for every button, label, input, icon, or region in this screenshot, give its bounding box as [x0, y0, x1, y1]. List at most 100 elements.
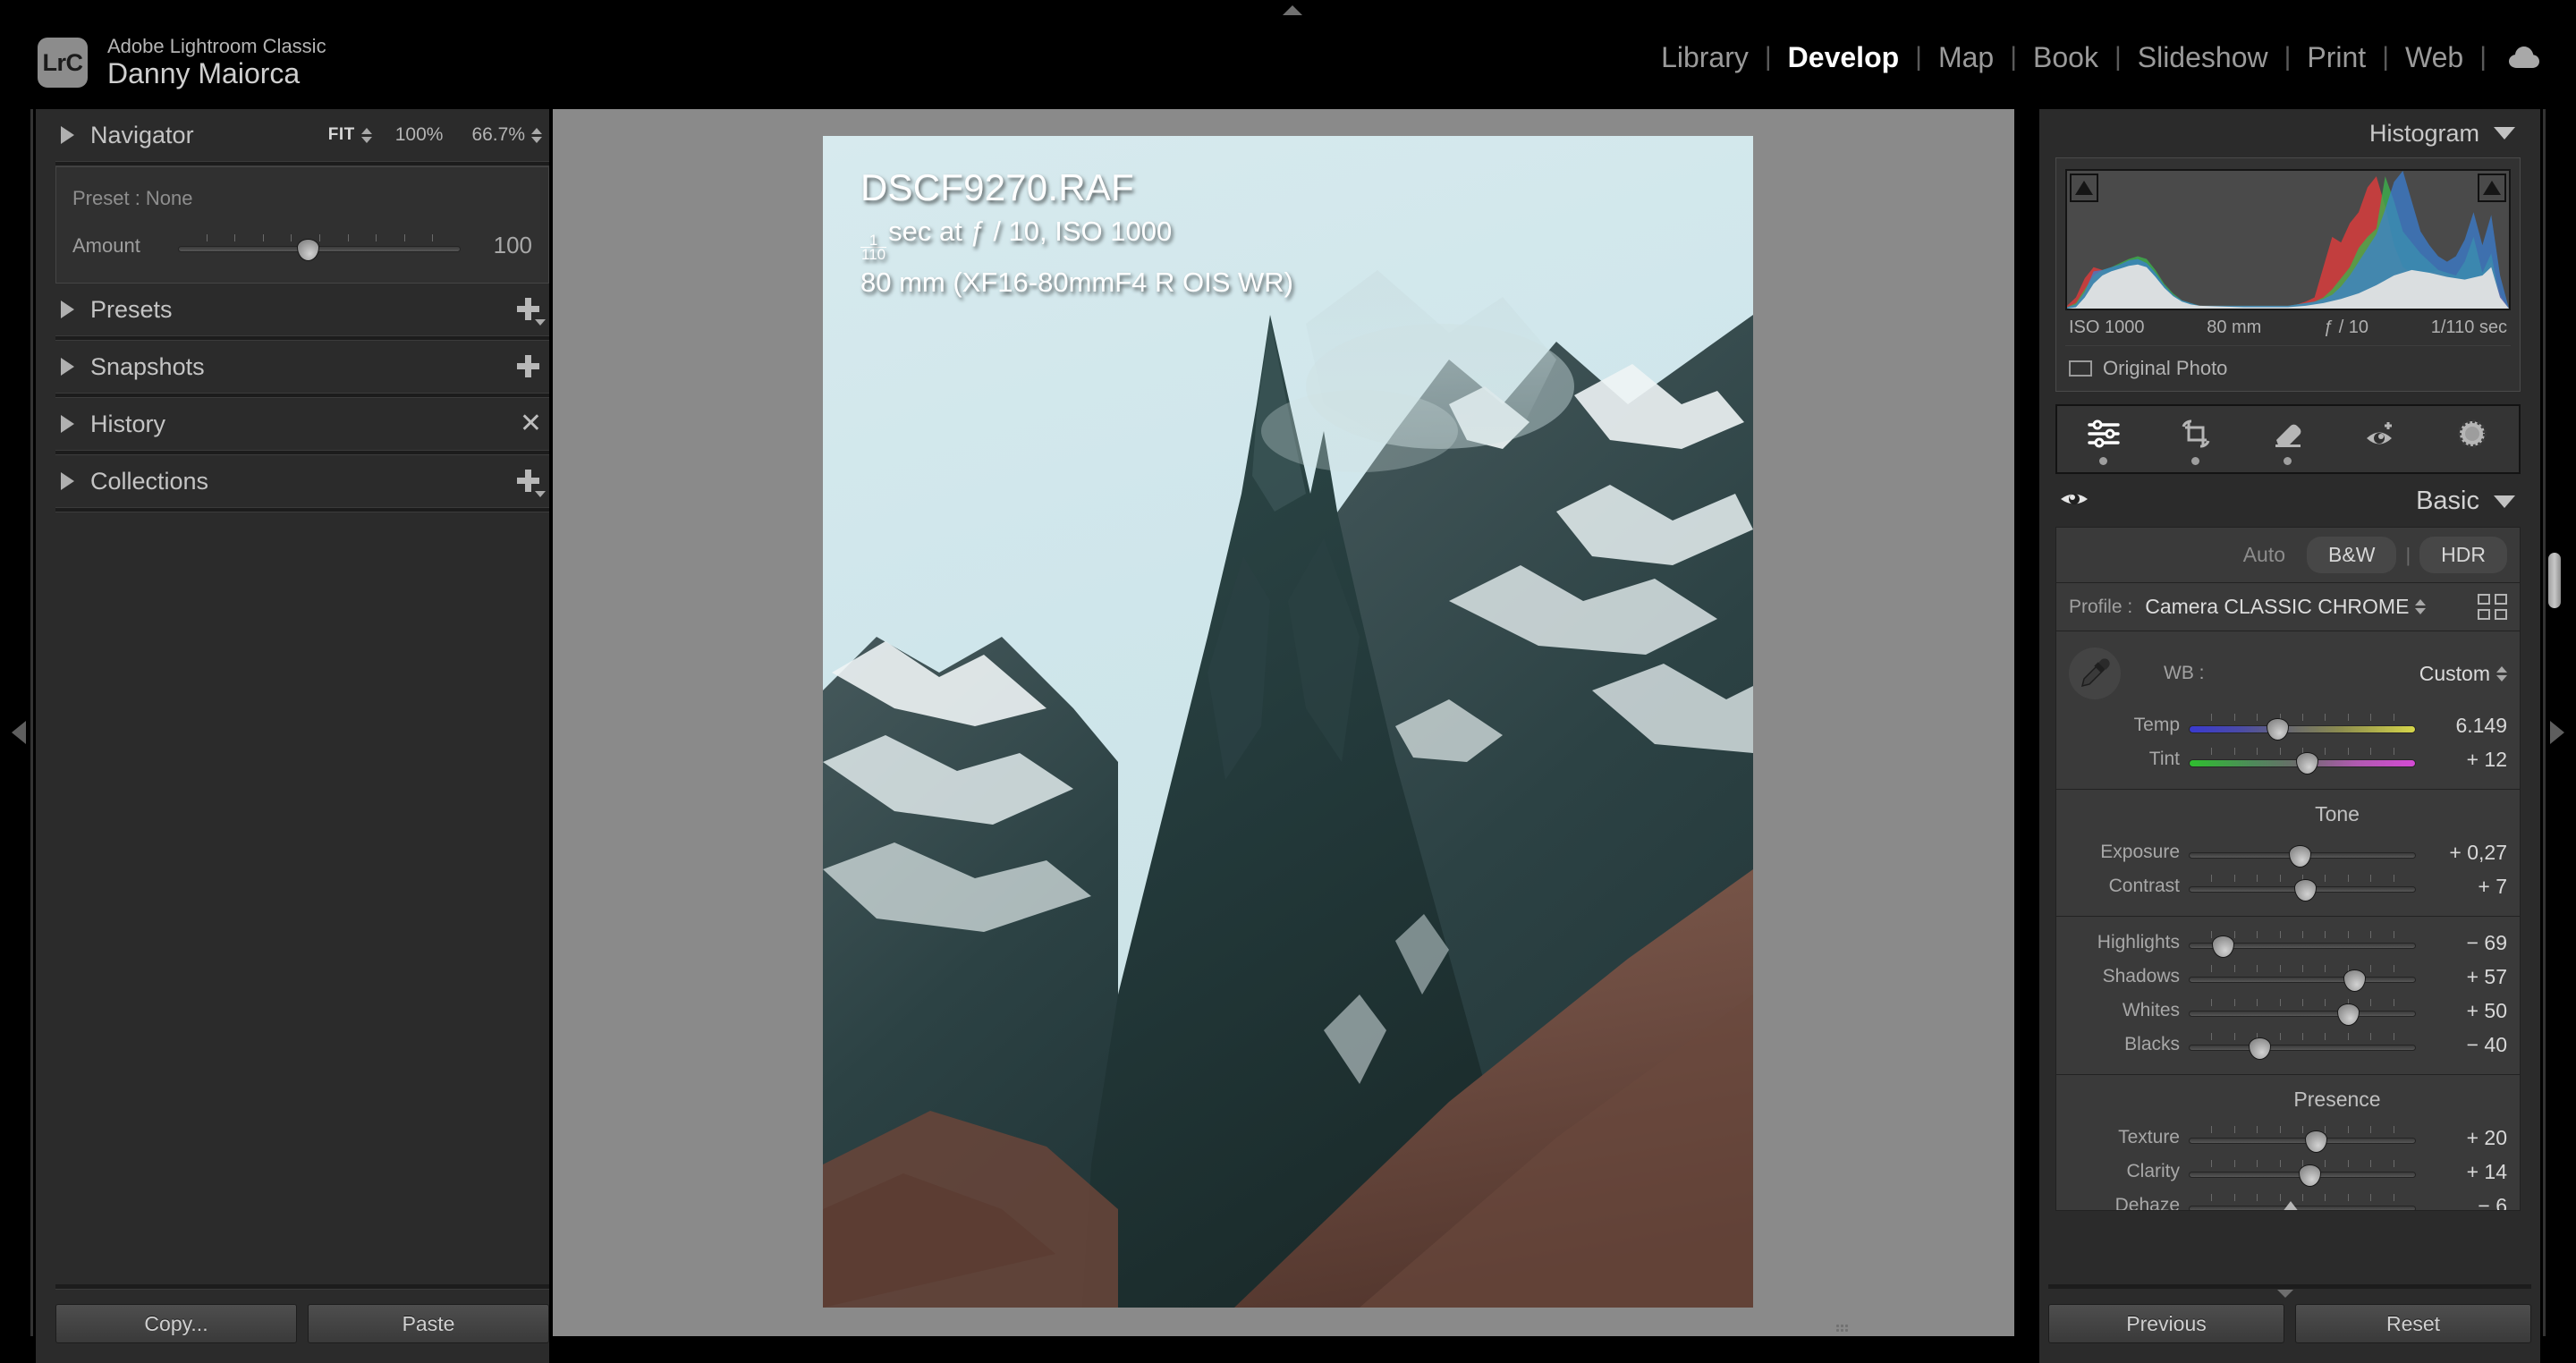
filmstrip-grip-handle[interactable]: [1835, 1324, 1850, 1333]
original-photo-checkbox-icon[interactable]: [2069, 360, 2092, 377]
shadows-slider[interactable]: [2189, 965, 2416, 992]
slider-handle[interactable]: [2279, 1201, 2303, 1210]
slider-handle[interactable]: [2212, 935, 2235, 958]
chevron-down-icon[interactable]: [2494, 495, 2515, 508]
auto-button[interactable]: Auto: [2222, 537, 2307, 573]
shadow-clipping-triangle-icon[interactable]: [2070, 174, 2098, 202]
whites-value[interactable]: + 50: [2425, 999, 2507, 1023]
top-panel-collapse-arrow[interactable]: [1283, 5, 1302, 15]
clarity-value[interactable]: + 14: [2425, 1160, 2507, 1184]
clear-history-x-icon[interactable]: ✕: [520, 411, 542, 437]
histogram-header[interactable]: Histogram: [2046, 109, 2529, 157]
chevron-down-icon[interactable]: [2494, 127, 2515, 140]
paste-button[interactable]: Paste: [308, 1304, 549, 1343]
dehaze-value[interactable]: − 6: [2425, 1194, 2507, 1211]
basic-panel-header[interactable]: Basic: [2046, 474, 2529, 527]
hdr-button[interactable]: HDR: [2419, 537, 2507, 573]
navigator-header[interactable]: Navigator FIT 100% 66.7%: [55, 109, 549, 161]
scrollbar-thumb[interactable]: [2548, 553, 2561, 608]
clarity-slider[interactable]: [2189, 1160, 2416, 1187]
disclosure-triangle-icon[interactable]: [61, 358, 74, 376]
histogram-title: Histogram: [2368, 119, 2479, 147]
add-snapshot-icon[interactable]: [515, 353, 542, 380]
copy-button[interactable]: Copy...: [55, 1304, 297, 1343]
dotted-circle-icon[interactable]: [2449, 413, 2496, 454]
slider-handle[interactable]: [2296, 752, 2319, 775]
slider-handle[interactable]: [2298, 1164, 2321, 1187]
slider-handle[interactable]: [2293, 879, 2317, 902]
slider-handle[interactable]: [2267, 718, 2290, 741]
texture-value[interactable]: + 20: [2425, 1126, 2507, 1150]
module-print[interactable]: Print: [2291, 43, 2382, 72]
right-panel-collapse-caret[interactable]: [2277, 1290, 2293, 1298]
temp-value[interactable]: 6.149: [2425, 714, 2507, 738]
exposure-value[interactable]: + 0,27: [2425, 841, 2507, 865]
original-photo-toggle[interactable]: Original Photo: [2065, 345, 2511, 384]
bw-button[interactable]: B&W: [2307, 537, 2397, 573]
image-canvas[interactable]: DSCF9270.RAF 1 110 sec at ƒ / 10, ISO 10…: [553, 109, 2014, 1336]
slider-handle[interactable]: [2305, 1130, 2328, 1153]
zoom-fit-stepper-icon[interactable]: [360, 127, 372, 143]
dehaze-slider[interactable]: [2189, 1194, 2416, 1210]
contrast-slider[interactable]: [2189, 875, 2416, 902]
module-slideshow[interactable]: Slideshow: [2122, 43, 2284, 72]
white-balance-eyedropper-icon[interactable]: [2069, 648, 2121, 699]
contrast-value[interactable]: + 7: [2425, 875, 2507, 899]
slider-handle[interactable]: [2248, 1037, 2271, 1060]
disclosure-triangle-icon[interactable]: [61, 472, 74, 490]
masking-tool-sliders-icon[interactable]: [2080, 413, 2127, 454]
highlight-clipping-triangle-icon[interactable]: [2478, 174, 2506, 202]
texture-slider[interactable]: [2189, 1126, 2416, 1153]
slider-handle[interactable]: [2343, 969, 2367, 992]
sidebar-item-snapshots[interactable]: Snapshots: [55, 341, 549, 393]
whites-slider[interactable]: [2189, 999, 2416, 1026]
add-collection-icon[interactable]: [515, 468, 546, 497]
slider-handle[interactable]: [2289, 845, 2312, 868]
navigator-preview-box[interactable]: Preset : None Amount 100: [55, 166, 549, 284]
sidebar-item-history[interactable]: History ✕: [55, 398, 549, 450]
wb-value[interactable]: Custom: [2419, 662, 2490, 686]
wb-stepper-icon[interactable]: [2496, 665, 2507, 682]
module-map[interactable]: Map: [1922, 43, 2010, 72]
slider-handle[interactable]: [297, 238, 320, 261]
zoom-current-stepper-icon[interactable]: [531, 127, 542, 143]
module-web[interactable]: Web: [2389, 43, 2479, 72]
slider-handle[interactable]: [2336, 1003, 2360, 1026]
previous-button[interactable]: Previous: [2048, 1304, 2284, 1343]
amount-slider[interactable]: [178, 233, 461, 261]
zoom-current-button[interactable]: 66.7%: [471, 124, 525, 146]
tint-slider[interactable]: [2189, 748, 2416, 775]
disclosure-triangle-icon[interactable]: [61, 301, 74, 318]
histogram-plot[interactable]: [2065, 169, 2511, 310]
temp-slider[interactable]: [2189, 714, 2416, 741]
blacks-slider[interactable]: [2189, 1033, 2416, 1060]
disclosure-triangle-icon[interactable]: [61, 415, 74, 433]
sidebar-item-collections[interactable]: Collections: [55, 455, 549, 507]
blacks-value[interactable]: − 40: [2425, 1033, 2507, 1057]
tint-value[interactable]: + 12: [2425, 748, 2507, 772]
photo-preview[interactable]: DSCF9270.RAF 1 110 sec at ƒ / 10, ISO 10…: [823, 136, 1753, 1308]
panel-visibility-eye-icon[interactable]: [2059, 488, 2089, 514]
highlights-slider[interactable]: [2189, 931, 2416, 958]
highlights-value[interactable]: − 69: [2425, 931, 2507, 955]
profile-value[interactable]: Camera CLASSIC CHROME: [2145, 595, 2409, 619]
left-panel-collapse-arrow[interactable]: [12, 721, 26, 744]
module-library[interactable]: Library: [1645, 43, 1765, 72]
sidebar-item-presets[interactable]: Presets: [55, 284, 549, 335]
zoom-100-button[interactable]: 100%: [395, 124, 444, 146]
profile-stepper-icon[interactable]: [2415, 599, 2427, 614]
red-eye-icon[interactable]: [2357, 413, 2403, 454]
exposure-slider[interactable]: [2189, 841, 2416, 868]
add-preset-icon[interactable]: [515, 296, 546, 326]
zoom-fit-button[interactable]: FIT: [328, 125, 355, 145]
module-develop[interactable]: Develop: [1772, 43, 1915, 72]
profile-browser-grid-icon[interactable]: [2478, 594, 2507, 620]
right-panel-scrollbar[interactable]: [2547, 116, 2562, 1329]
healing-eraser-icon[interactable]: [2265, 413, 2311, 454]
shadows-value[interactable]: + 57: [2425, 965, 2507, 989]
module-book[interactable]: Book: [2017, 43, 2114, 72]
disclosure-triangle-icon[interactable]: [61, 126, 74, 144]
reset-button[interactable]: Reset: [2295, 1304, 2531, 1343]
cloud-sync-icon[interactable]: [2506, 45, 2542, 70]
crop-tool-icon[interactable]: [2173, 413, 2219, 454]
